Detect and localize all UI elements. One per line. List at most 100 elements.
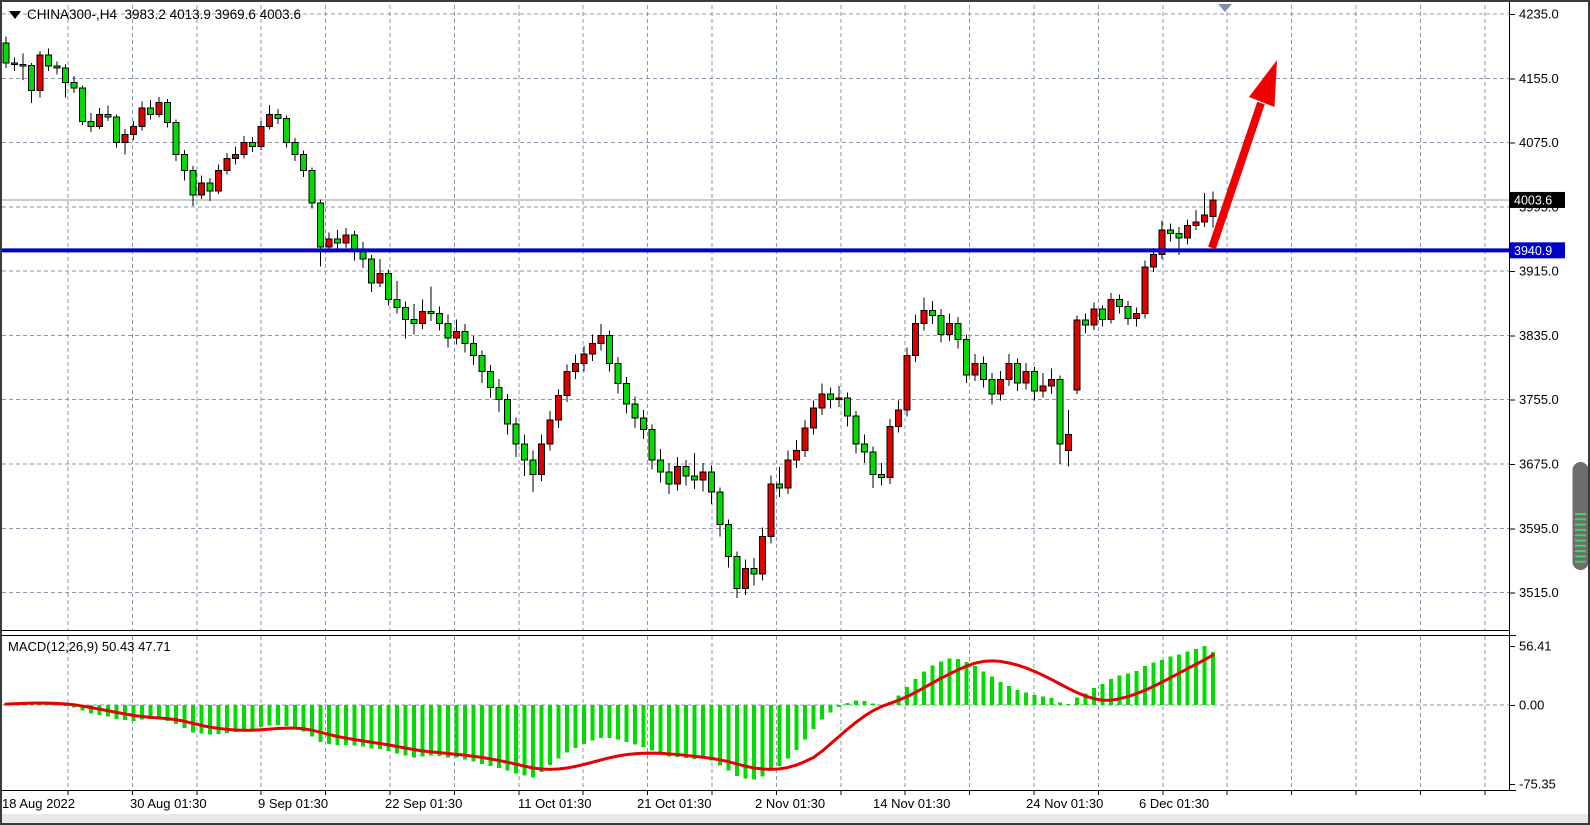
- macd-bar: [183, 705, 187, 728]
- candle: [547, 420, 553, 444]
- candle: [556, 396, 562, 420]
- macd-bar: [429, 705, 433, 755]
- scroll-indicator[interactable]: [1573, 462, 1589, 570]
- candle: [751, 568, 757, 574]
- macd-bar: [676, 705, 680, 757]
- candle: [539, 444, 545, 475]
- macd-bar: [1016, 690, 1020, 705]
- macd-bar: [1067, 704, 1071, 705]
- macd-bar: [1058, 702, 1062, 705]
- bottom-strip: [2, 814, 1588, 823]
- price-axis-label[interactable]: 4075.0: [1519, 135, 1559, 150]
- candle: [972, 364, 978, 375]
- candle: [1185, 225, 1191, 238]
- macd-axis-label[interactable]: -75.35: [1519, 777, 1556, 792]
- candle: [513, 424, 519, 444]
- candle: [190, 171, 196, 195]
- candle: [913, 323, 919, 355]
- price-axis-label[interactable]: 3835.0: [1519, 328, 1559, 343]
- candle: [904, 356, 910, 411]
- candle: [403, 307, 409, 319]
- candle: [1176, 233, 1182, 238]
- macd-bar: [191, 705, 195, 732]
- candle: [777, 484, 783, 488]
- macd-bar: [200, 705, 204, 733]
- candle: [683, 466, 689, 476]
- candle: [267, 114, 273, 126]
- macd-bar: [336, 705, 340, 745]
- macd-bar: [616, 705, 620, 740]
- candle: [199, 183, 205, 195]
- time-axis-label[interactable]: 30 Aug 01:30: [130, 796, 207, 811]
- candle: [20, 65, 26, 67]
- candle: [131, 127, 137, 135]
- candle: [573, 364, 579, 372]
- candle: [462, 331, 468, 343]
- macd-bar: [574, 705, 578, 748]
- macd-bar: [540, 705, 544, 772]
- symbol-dropdown-icon[interactable]: [9, 11, 21, 19]
- candle: [802, 428, 808, 451]
- candle: [819, 394, 825, 408]
- time-axis-label[interactable]: 6 Dec 01:30: [1139, 796, 1209, 811]
- candle: [207, 183, 213, 191]
- time-axis-label[interactable]: 9 Sep 01:30: [258, 796, 328, 811]
- candle: [156, 102, 162, 114]
- candle: [734, 556, 740, 588]
- time-axis-label[interactable]: 22 Sep 01:30: [385, 796, 462, 811]
- price-axis-label[interactable]: 3675.0: [1519, 457, 1559, 472]
- macd-bar: [990, 677, 994, 705]
- candle: [1023, 372, 1029, 383]
- time-axis-label[interactable]: 2 Nov 01:30: [755, 796, 825, 811]
- candle: [369, 259, 375, 283]
- macd-bar: [582, 705, 586, 744]
- macd-bar: [421, 705, 425, 756]
- macd-bar: [285, 705, 289, 726]
- macd-bar: [1177, 655, 1181, 705]
- time-axis-label[interactable]: 11 Oct 01:30: [518, 796, 591, 811]
- candle: [216, 171, 222, 191]
- price-axis-label[interactable]: 4235.0: [1519, 7, 1559, 22]
- candle: [921, 311, 927, 324]
- macd-axis-label[interactable]: 56.41: [1519, 638, 1552, 653]
- candle: [233, 155, 239, 159]
- macd-bar: [863, 701, 867, 705]
- candle: [1168, 230, 1174, 233]
- macd-bar: [948, 658, 952, 705]
- macd-bar: [778, 705, 782, 766]
- macd-bar: [701, 705, 705, 759]
- candle: [173, 122, 179, 154]
- candle: [1100, 309, 1106, 319]
- price-axis-label[interactable]: 3515.0: [1519, 585, 1559, 600]
- time-axis-label[interactable]: 21 Oct 01:30: [637, 796, 711, 811]
- price-axis-label[interactable]: 3755.0: [1519, 392, 1559, 407]
- candle: [998, 380, 1004, 394]
- candle: [938, 315, 944, 334]
- candle: [870, 452, 876, 475]
- macd-axis-label[interactable]: 0.00: [1519, 698, 1544, 713]
- time-axis-label[interactable]: 24 Nov 01:30: [1026, 796, 1103, 811]
- candle: [1040, 386, 1046, 391]
- macd-bar: [812, 705, 816, 729]
- candle: [726, 524, 732, 556]
- macd-bar: [565, 705, 569, 752]
- macd-bar: [472, 705, 476, 762]
- macd-bar: [625, 705, 629, 742]
- macd-bar: [1092, 688, 1096, 705]
- price-axis-label[interactable]: 3595.0: [1519, 521, 1559, 536]
- time-axis-label[interactable]: 14 Nov 01:30: [873, 796, 950, 811]
- price-axis-label[interactable]: 3915.0: [1519, 264, 1559, 279]
- candle: [12, 63, 18, 65]
- chart-plot-area[interactable]: 4235.04155.04075.03995.03915.03835.03755…: [0, 0, 1590, 825]
- macd-bar: [208, 705, 212, 734]
- candle: [496, 388, 502, 400]
- candle: [488, 372, 494, 388]
- macd-bar: [438, 705, 442, 756]
- candle: [666, 472, 672, 484]
- candle: [63, 68, 69, 82]
- macd-bar: [659, 705, 663, 754]
- price-tag-current-text: 4003.6: [1514, 193, 1552, 207]
- macd-bar: [557, 705, 561, 759]
- time-axis-label[interactable]: 18 Aug 2022: [2, 796, 75, 811]
- price-axis-label[interactable]: 4155.0: [1519, 71, 1559, 86]
